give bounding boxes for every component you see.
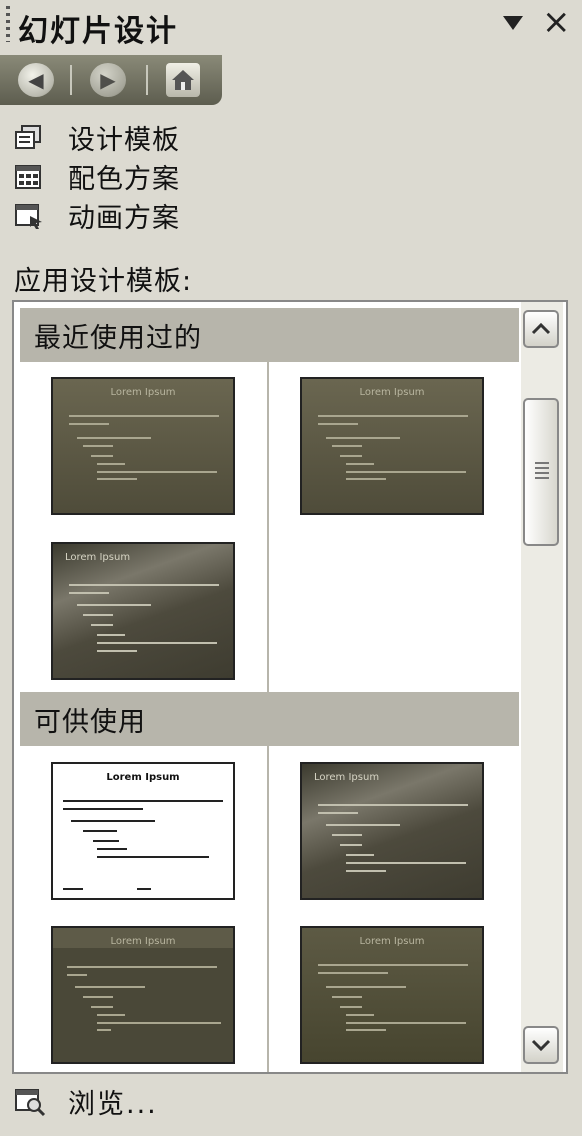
pane-menu-dropdown-icon[interactable] xyxy=(503,16,523,30)
arrow-right-icon: ▶ xyxy=(100,68,116,92)
template-gallery[interactable]: 最近使用过的 Lorem Ipsum Lorem Ipsum Lorem Ips… xyxy=(12,300,568,1074)
scroll-down-button[interactable] xyxy=(523,1026,559,1064)
color-scheme-icon xyxy=(14,163,44,191)
template-thumbnail[interactable]: Lorem Ipsum xyxy=(51,542,235,680)
link-label: 动画方案 xyxy=(68,203,180,234)
nav-separator xyxy=(70,65,72,95)
scroll-up-button[interactable] xyxy=(523,310,559,348)
gallery-scrollbar[interactable] xyxy=(521,302,563,1072)
forward-button[interactable]: ▶ xyxy=(90,63,126,97)
template-thumbnail[interactable]: Lorem Ipsum xyxy=(51,762,235,900)
browse-label: 浏览... xyxy=(68,1089,158,1120)
home-icon xyxy=(172,70,194,90)
scroll-grip-icon xyxy=(535,462,549,482)
template-thumbnail[interactable]: Lorem Ipsum xyxy=(300,926,484,1064)
link-color-schemes[interactable]: 配色方案 xyxy=(14,157,180,196)
group-header-recent: 最近使用过的 xyxy=(20,308,519,362)
template-thumbnail[interactable]: Lorem Ipsum xyxy=(300,377,484,515)
scroll-thumb[interactable] xyxy=(523,398,559,546)
task-pane-titlebar: 幻灯片设计 × xyxy=(0,0,582,50)
home-button[interactable] xyxy=(166,63,200,97)
template-thumbnail[interactable]: Lorem Ipsum xyxy=(51,377,235,515)
browse-icon xyxy=(15,1088,46,1116)
link-label: 设计模板 xyxy=(68,125,180,156)
template-thumbnail[interactable]: Lorem Ipsum xyxy=(300,762,484,900)
design-template-icon xyxy=(14,124,44,152)
arrow-left-icon: ◀ xyxy=(28,68,44,92)
apply-template-label: 应用设计模板: xyxy=(14,266,193,297)
pane-links: 设计模板 配色方案 动画方案 xyxy=(14,118,180,235)
nav-separator xyxy=(146,65,148,95)
chevron-down-icon xyxy=(531,1039,551,1051)
close-icon[interactable]: × xyxy=(542,2,571,42)
back-button[interactable]: ◀ xyxy=(18,63,54,97)
animation-scheme-icon xyxy=(14,202,44,230)
link-animation-schemes[interactable]: 动画方案 xyxy=(14,196,180,235)
template-thumbnail[interactable]: Lorem Ipsum xyxy=(51,926,235,1064)
link-design-templates[interactable]: 设计模板 xyxy=(14,118,180,157)
group-header-available: 可供使用 xyxy=(20,692,519,746)
browse-link[interactable]: 浏览... xyxy=(14,1082,158,1121)
pane-title: 幻灯片设计 xyxy=(18,14,178,49)
pane-grip-handle[interactable] xyxy=(6,6,10,42)
chevron-up-icon xyxy=(531,323,551,335)
pane-nav-toolbar: ◀ ▶ xyxy=(0,55,222,105)
link-label: 配色方案 xyxy=(68,164,180,195)
column-separator xyxy=(267,362,269,692)
column-separator xyxy=(267,746,269,1072)
